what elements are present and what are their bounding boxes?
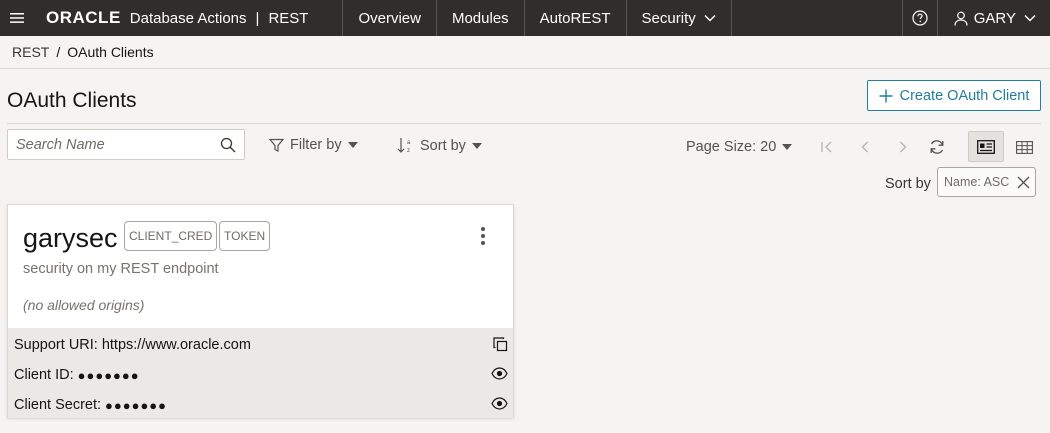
- svg-text:z: z: [407, 148, 410, 154]
- caret-down-icon: [347, 142, 358, 148]
- page-size-select[interactable]: Page Size: 20: [686, 139, 793, 155]
- nav-security-label: Security: [641, 9, 696, 27]
- hamburger-icon[interactable]: [0, 0, 34, 36]
- client-secret-value: ●●●●●●●: [105, 397, 168, 413]
- user-icon: [954, 11, 968, 26]
- nav-security[interactable]: Security: [627, 0, 732, 36]
- create-oauth-client-button[interactable]: Create OAuth Client: [867, 80, 1041, 111]
- filter-by-button[interactable]: Filter by: [269, 137, 358, 153]
- caret-down-icon: [471, 142, 482, 149]
- client-name: garysec: [23, 223, 118, 253]
- client-details: Support URI: https://www.oracle.com Clie…: [8, 328, 513, 418]
- client-id-label: Client ID:: [14, 367, 74, 383]
- help-icon[interactable]: [901, 0, 938, 36]
- divider: [7, 123, 1041, 124]
- user-name: GARY: [973, 9, 1016, 27]
- sort-chip[interactable]: Name: ASC: [937, 167, 1036, 197]
- client-secret-label: Client Secret:: [14, 397, 102, 413]
- client-id-value: ●●●●●●●: [77, 367, 140, 383]
- sort-by-label: Sort by: [420, 137, 466, 154]
- nav-overview[interactable]: Overview: [343, 0, 437, 36]
- nav-modules-label: Modules: [451, 9, 509, 27]
- create-button-label: Create OAuth Client: [899, 87, 1030, 104]
- search-input[interactable]: [16, 136, 206, 153]
- search-icon[interactable]: [220, 137, 236, 153]
- page-size-label: Page Size: 20: [686, 139, 777, 155]
- close-icon[interactable]: [1017, 176, 1030, 189]
- sort-icon: az: [397, 138, 411, 154]
- table-view-icon[interactable]: [1013, 136, 1035, 158]
- oracle-logo: ORACLE: [46, 8, 121, 27]
- nav-modules[interactable]: Modules: [437, 0, 525, 36]
- breadcrumb: REST / OAuth Clients: [12, 44, 154, 60]
- top-bar: ORACLE Database Actions | REST Overview …: [0, 0, 1050, 36]
- support-uri-value: https://www.oracle.com: [101, 337, 251, 353]
- token-badge: TOKEN: [219, 221, 271, 251]
- chevron-down-icon: [1024, 15, 1036, 22]
- svg-text:a: a: [407, 140, 411, 146]
- nav-autorest-label: AutoREST: [539, 9, 611, 27]
- user-menu[interactable]: GARY: [938, 0, 1050, 36]
- filter-icon: [269, 138, 284, 152]
- support-uri-row: Support URI: https://www.oracle.com: [14, 335, 508, 355]
- caret-down-icon: [782, 144, 793, 150]
- sort-by-label: Sort by: [885, 176, 931, 192]
- sort-by-button[interactable]: az Sort by: [397, 137, 482, 154]
- client-description: security on my REST endpoint: [23, 261, 219, 277]
- brand-separator: |: [255, 9, 260, 27]
- brand[interactable]: ORACLE Database Actions | REST: [34, 0, 344, 36]
- nav-autorest[interactable]: AutoREST: [525, 0, 627, 36]
- chevron-down-icon: [704, 15, 716, 22]
- product-name: Database Actions: [129, 9, 247, 27]
- breadcrumb-separator: /: [56, 44, 61, 60]
- sort-chip-value: Name: ASC: [944, 175, 1010, 189]
- page-title: OAuth Clients: [7, 89, 137, 112]
- plus-icon: [879, 89, 893, 102]
- next-page-icon[interactable]: [892, 136, 914, 158]
- eye-icon[interactable]: [491, 367, 508, 380]
- eye-icon[interactable]: [491, 397, 508, 410]
- refresh-icon[interactable]: [926, 136, 948, 158]
- breadcrumb-rest[interactable]: REST: [12, 44, 49, 60]
- section-name: REST: [268, 9, 309, 27]
- card-view-icon[interactable]: [968, 131, 1004, 162]
- search-box: [7, 129, 245, 160]
- grant-type-badge: CLIENT_CRED: [124, 221, 218, 251]
- client-id-row: Client ID: ●●●●●●●: [14, 365, 508, 385]
- client-secret-row: Client Secret: ●●●●●●●: [14, 395, 508, 415]
- copy-icon[interactable]: [493, 337, 508, 352]
- filter-by-label: Filter by: [290, 137, 342, 153]
- more-actions-icon[interactable]: [477, 225, 489, 247]
- oauth-client-card[interactable]: garysec CLIENT_CRED TOKEN security on my…: [7, 204, 514, 418]
- previous-page-icon[interactable]: [854, 136, 876, 158]
- first-page-icon[interactable]: [816, 136, 838, 158]
- breadcrumb-current: OAuth Clients: [67, 44, 154, 60]
- allowed-origins: (no allowed origins): [23, 297, 145, 313]
- nav-overview-label: Overview: [358, 9, 421, 27]
- support-uri-label: Support URI:: [14, 337, 98, 353]
- divider: [0, 68, 1050, 69]
